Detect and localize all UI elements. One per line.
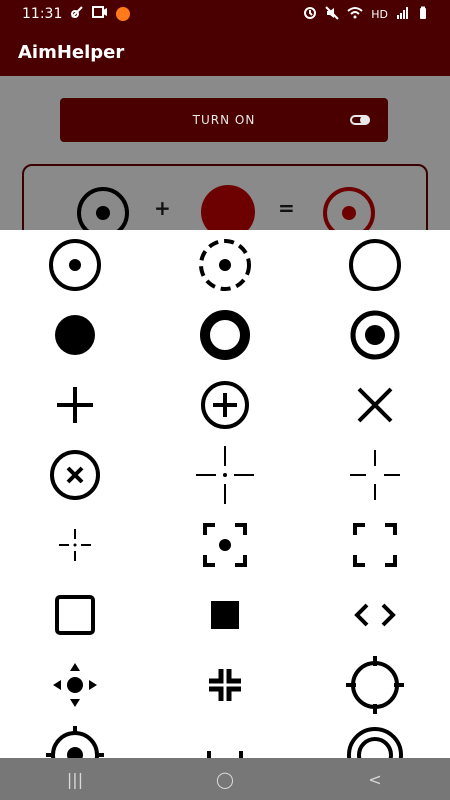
signal-icon bbox=[396, 6, 410, 23]
circle-plus-icon bbox=[201, 381, 249, 429]
crosshair-option-x[interactable] bbox=[340, 370, 410, 440]
formula-plus: + bbox=[154, 196, 171, 220]
inward-corners-icon bbox=[209, 669, 241, 701]
back-icon: < bbox=[368, 769, 382, 789]
formula-equals: = bbox=[278, 196, 295, 220]
turn-on-button[interactable]: TURN ON bbox=[60, 98, 388, 142]
crosshair-option-dashed-ring[interactable] bbox=[190, 230, 260, 300]
crosshair-option-thick-ring[interactable] bbox=[190, 300, 260, 370]
crosshair-option-concentric[interactable] bbox=[340, 720, 410, 758]
crosshair-option-dot-ring[interactable] bbox=[40, 230, 110, 300]
crosshair-option-plus[interactable] bbox=[40, 370, 110, 440]
arrows-dot-icon bbox=[53, 663, 97, 707]
recent-apps-button[interactable]: ||| bbox=[45, 764, 105, 794]
square-outline-icon bbox=[55, 595, 95, 635]
recent-apps-icon: ||| bbox=[66, 769, 84, 789]
crosshair-option-arrows-dot[interactable] bbox=[40, 650, 110, 720]
circle-x-icon bbox=[50, 450, 100, 500]
thick-ring-icon bbox=[200, 310, 250, 360]
square-filled-icon bbox=[211, 601, 239, 629]
status-left: 11:31 bbox=[22, 5, 131, 23]
x-icon bbox=[357, 387, 393, 423]
brackets-icon bbox=[353, 523, 397, 567]
wifi-icon bbox=[347, 6, 363, 23]
crosshair-option-gap-cross[interactable] bbox=[190, 440, 260, 510]
crosshair-option-ring[interactable] bbox=[340, 230, 410, 300]
crosshair-option-bottom-bracket[interactable] bbox=[190, 720, 260, 758]
bottom-bracket-icon bbox=[207, 751, 243, 758]
filled-circle-icon bbox=[55, 315, 95, 355]
tiny-gap-cross-icon bbox=[59, 529, 91, 561]
dot-ring-icon bbox=[49, 239, 101, 291]
toggle-icon bbox=[350, 115, 370, 125]
crosshair-option-gap-cross-small[interactable] bbox=[340, 440, 410, 510]
gap-cross-icon bbox=[196, 446, 254, 504]
crosshair-option-inward-corners[interactable] bbox=[190, 650, 260, 720]
scope-ring-icon bbox=[346, 656, 404, 714]
crosshair-option-brackets[interactable] bbox=[340, 510, 410, 580]
notification-icon bbox=[116, 7, 131, 21]
app-title: AimHelper bbox=[18, 41, 125, 63]
dashed-ring-dot-icon bbox=[199, 239, 251, 291]
crosshair-option-circle-plus[interactable] bbox=[190, 370, 260, 440]
alarm-icon bbox=[303, 6, 317, 23]
screenshot-icon bbox=[92, 5, 108, 23]
plus-icon bbox=[57, 387, 93, 423]
system-nav-bar: ||| ◯ < bbox=[0, 758, 450, 800]
ring-icon bbox=[349, 239, 401, 291]
crosshair-option-scope-dot[interactable] bbox=[40, 720, 110, 758]
crosshair-picker-sheet bbox=[0, 230, 450, 758]
battery-icon bbox=[418, 6, 428, 23]
crosshair-option-tiny-gap-cross[interactable] bbox=[40, 510, 110, 580]
main-content-dimmed: TURN ON + = bbox=[0, 76, 450, 256]
crosshair-option-square-outline[interactable] bbox=[40, 580, 110, 650]
concentric-rings-icon bbox=[347, 727, 403, 758]
crosshair-option-circle-x[interactable] bbox=[40, 440, 110, 510]
crosshair-option-filled-circle[interactable] bbox=[40, 300, 110, 370]
crosshair-option-angle-brackets[interactable] bbox=[340, 580, 410, 650]
crosshair-option-bracket-dot[interactable] bbox=[190, 510, 260, 580]
crosshair-option-scope-ring[interactable] bbox=[340, 650, 410, 720]
home-icon: ◯ bbox=[216, 769, 234, 789]
app-bar: AimHelper bbox=[0, 28, 450, 76]
scope-dot-icon bbox=[46, 726, 104, 758]
mute-icon bbox=[325, 5, 339, 23]
home-button[interactable]: ◯ bbox=[195, 764, 255, 794]
angle-brackets-icon bbox=[354, 603, 396, 627]
crosshair-option-square-filled[interactable] bbox=[190, 580, 260, 650]
ring-big-dot-icon bbox=[350, 310, 400, 360]
status-bar: 11:31 HD bbox=[0, 0, 450, 28]
back-button[interactable]: < bbox=[345, 764, 405, 794]
status-right: HD bbox=[303, 5, 428, 23]
crosshair-option-ring-big-dot[interactable] bbox=[340, 300, 410, 370]
turn-on-label: TURN ON bbox=[192, 113, 256, 127]
status-time: 11:31 bbox=[22, 6, 63, 22]
network-type-label: HD bbox=[371, 7, 388, 21]
bracket-dot-icon bbox=[203, 523, 247, 567]
gap-cross-small-icon bbox=[350, 450, 400, 500]
cast-icon bbox=[70, 5, 84, 23]
